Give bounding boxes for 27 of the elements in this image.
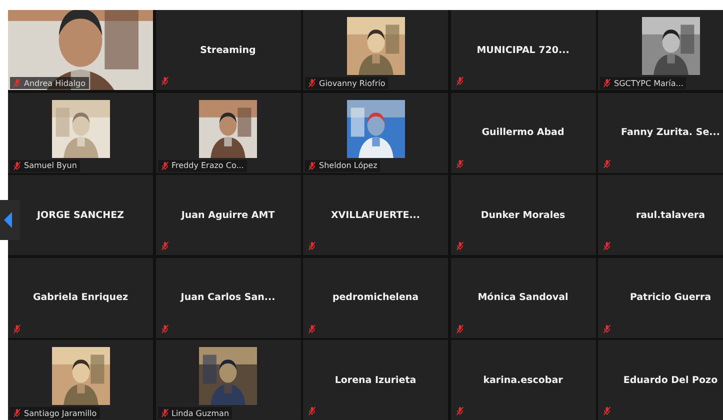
participant-name: Guillermo Abad (482, 127, 564, 138)
participant-name: Dunker Morales (480, 210, 566, 220)
participant-name: Eduardo Del Pozo (623, 374, 718, 386)
participant-name: Mónica Sandoval (478, 292, 568, 303)
participant-name: Andrea Hidalgo (24, 78, 86, 88)
participant-name: raul.talavera (636, 210, 706, 220)
participant-name: XVILLAFUERTE... (330, 210, 420, 220)
participant-name: Giovanny Riofrío (319, 78, 386, 88)
participant-name: MUNICIPAL 720... (476, 44, 570, 56)
participant-name: Fanny Zurita. Se... (621, 127, 720, 138)
participant-name: pedromichelena (332, 292, 419, 303)
participant-name: Sheldon López (319, 161, 378, 170)
left-arrow-icon (4, 212, 12, 228)
participant-name: karina.escobar (483, 374, 563, 386)
participant-name: Streaming (200, 44, 256, 56)
participant-name: Freddy Erazo Co... (172, 161, 244, 170)
participant-name: Samuel Byun (24, 161, 77, 170)
participant-name: JORGE SANCHEZ (37, 210, 124, 220)
participant-name: Santiago Jaramillo (24, 408, 97, 418)
participant-name: Lorena Izurieta (334, 374, 416, 386)
participant-name: SGCTYPC María... (614, 78, 684, 88)
participant-name: Juan Aguirre AMT (181, 210, 275, 220)
participant-name: Juan Carlos San... (180, 292, 276, 303)
participant-name: Patricio Guerra (630, 292, 712, 303)
participant-name: Gabriela Enriquez (32, 292, 128, 303)
participant-name: Linda Guzman (172, 408, 230, 418)
previous-page-button[interactable] (0, 200, 20, 240)
